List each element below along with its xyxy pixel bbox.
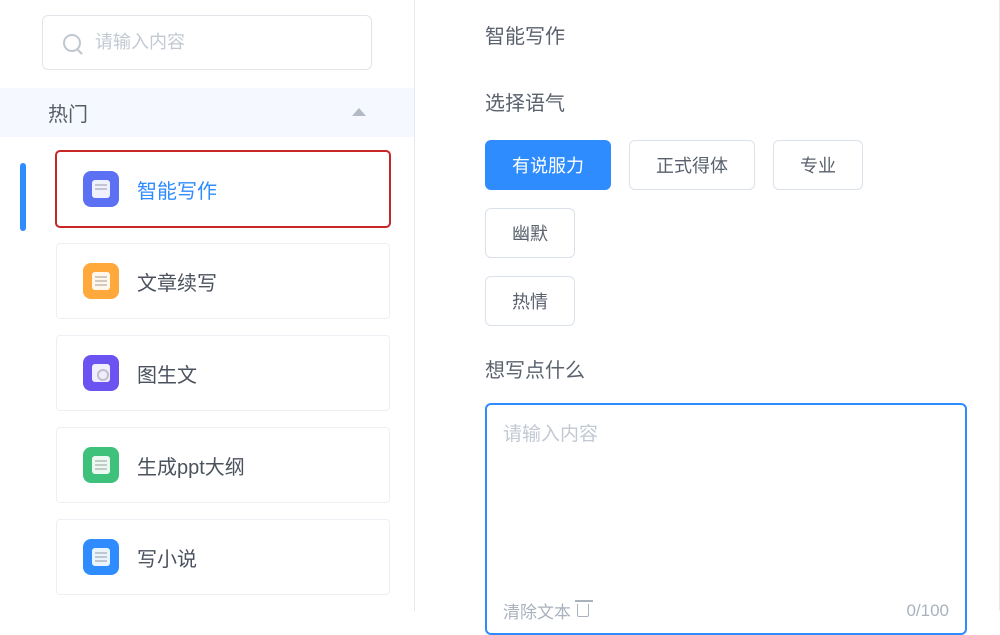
menu-item-write-novel[interactable]: 写小说 [56, 519, 390, 595]
ppt-icon [83, 447, 119, 483]
menu-item-ppt-outline[interactable]: 生成ppt大纲 [56, 427, 390, 503]
doc-icon [83, 539, 119, 575]
content-label: 想写点什么 [485, 354, 967, 383]
doc-edit-icon [83, 171, 119, 207]
section-header-hot[interactable]: 热门 [0, 88, 414, 137]
tone-chip-professional[interactable]: 专业 [773, 140, 863, 190]
tone-chip-persuasive[interactable]: 有说服力 [485, 140, 611, 190]
menu-item-image-to-text[interactable]: 图生文 [56, 335, 390, 411]
search-input[interactable] [95, 32, 351, 53]
page-title: 智能写作 [485, 20, 967, 49]
active-indicator [20, 163, 26, 231]
content-textarea[interactable] [503, 419, 949, 589]
chevron-up-icon [352, 108, 366, 116]
search-icon [63, 34, 81, 52]
menu-item-label: 文章续写 [137, 267, 217, 296]
menu-item-continue-writing[interactable]: 文章续写 [56, 243, 390, 319]
tone-label: 选择语气 [485, 87, 967, 116]
tone-chip-enthusiastic[interactable]: 热情 [485, 276, 575, 326]
content-textarea-wrap: 清除文本 0/100 [485, 403, 967, 635]
menu-item-label: 生成ppt大纲 [137, 451, 245, 480]
search-box[interactable] [42, 15, 372, 70]
tone-chip-humorous[interactable]: 幽默 [485, 208, 575, 258]
menu-item-smart-writing[interactable]: 智能写作 [56, 151, 390, 227]
image-text-icon [83, 355, 119, 391]
tone-chip-formal[interactable]: 正式得体 [629, 140, 755, 190]
sidebar: 热门 智能写作 文章续写 图生文 生成ppt大纲 写小说 [0, 0, 415, 611]
section-title: 热门 [48, 98, 88, 127]
doc-icon [83, 263, 119, 299]
menu-item-label: 智能写作 [137, 175, 217, 204]
search-wrap [0, 0, 414, 88]
tone-chip-row: 有说服力 正式得体 专业 幽默 [485, 140, 967, 258]
menu-list: 智能写作 文章续写 图生文 生成ppt大纲 写小说 [0, 137, 414, 611]
menu-item-label: 写小说 [137, 543, 197, 572]
main-panel: 智能写作 选择语气 有说服力 正式得体 专业 幽默 热情 想写点什么 清除文本 … [415, 0, 999, 611]
menu-item-label: 图生文 [137, 359, 197, 388]
tone-chip-row-2: 热情 [485, 276, 967, 326]
menu-row-active: 智能写作 [20, 151, 414, 243]
